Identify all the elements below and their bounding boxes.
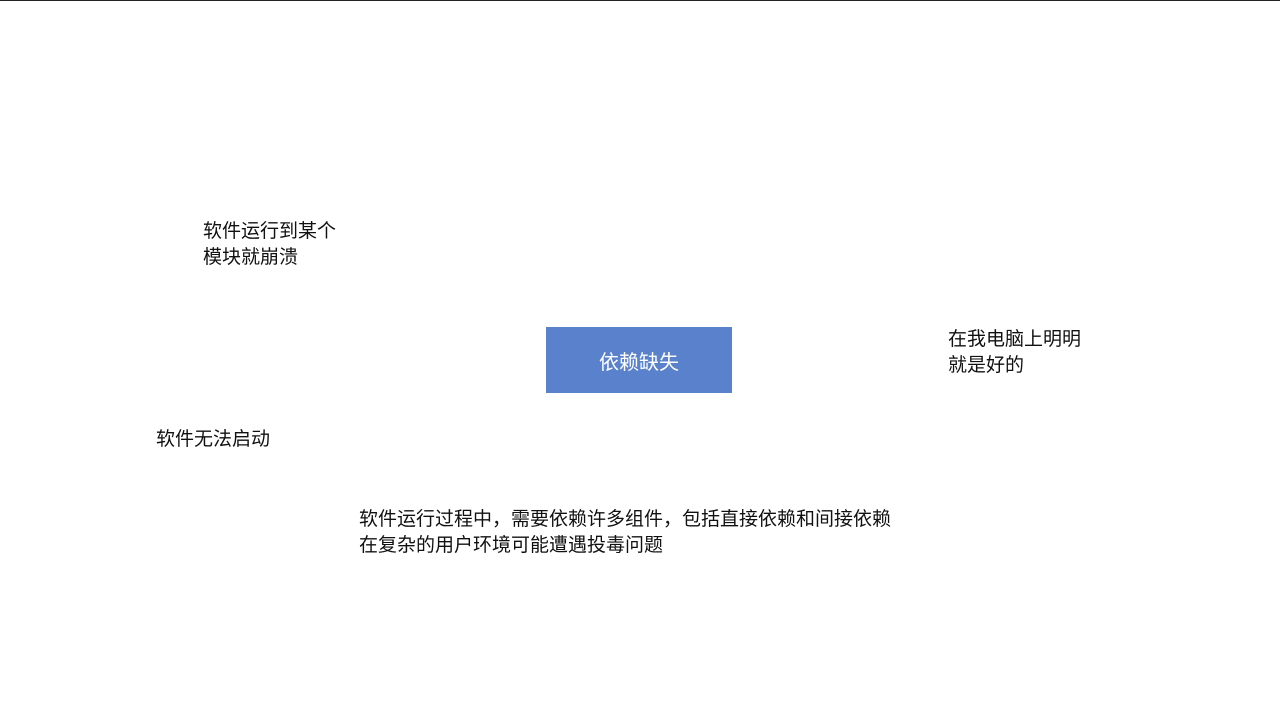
note-line: 模块就崩溃 xyxy=(203,246,299,268)
note-line: 软件运行到某个 xyxy=(203,220,337,242)
note-line: 在我电脑上明明 xyxy=(948,328,1082,350)
note-line: 软件无法启动 xyxy=(156,428,271,450)
note-line: 软件运行过程中，需要依赖许多组件，包括直接依赖和间接依赖 xyxy=(359,508,892,530)
note-line: 在复杂的用户环境可能遭遇投毒问题 xyxy=(359,534,664,556)
note-cannot-start: 软件无法启动 xyxy=(156,426,270,452)
slide-canvas: 软件运行到某个 模块就崩溃 依赖缺失 在我电脑上明明 就是好的 软件无法启动 软… xyxy=(0,1,1280,720)
dependency-missing-label: 依赖缺失 xyxy=(599,349,679,374)
note-line: 就是好的 xyxy=(948,354,1025,376)
note-module-crash: 软件运行到某个 模块就崩溃 xyxy=(203,218,336,270)
note-works-on-my-machine: 在我电脑上明明 就是好的 xyxy=(948,326,1081,378)
dependency-missing-box: 依赖缺失 xyxy=(546,327,732,393)
note-explanation: 软件运行过程中，需要依赖许多组件，包括直接依赖和间接依赖 在复杂的用户环境可能遭… xyxy=(359,506,891,558)
